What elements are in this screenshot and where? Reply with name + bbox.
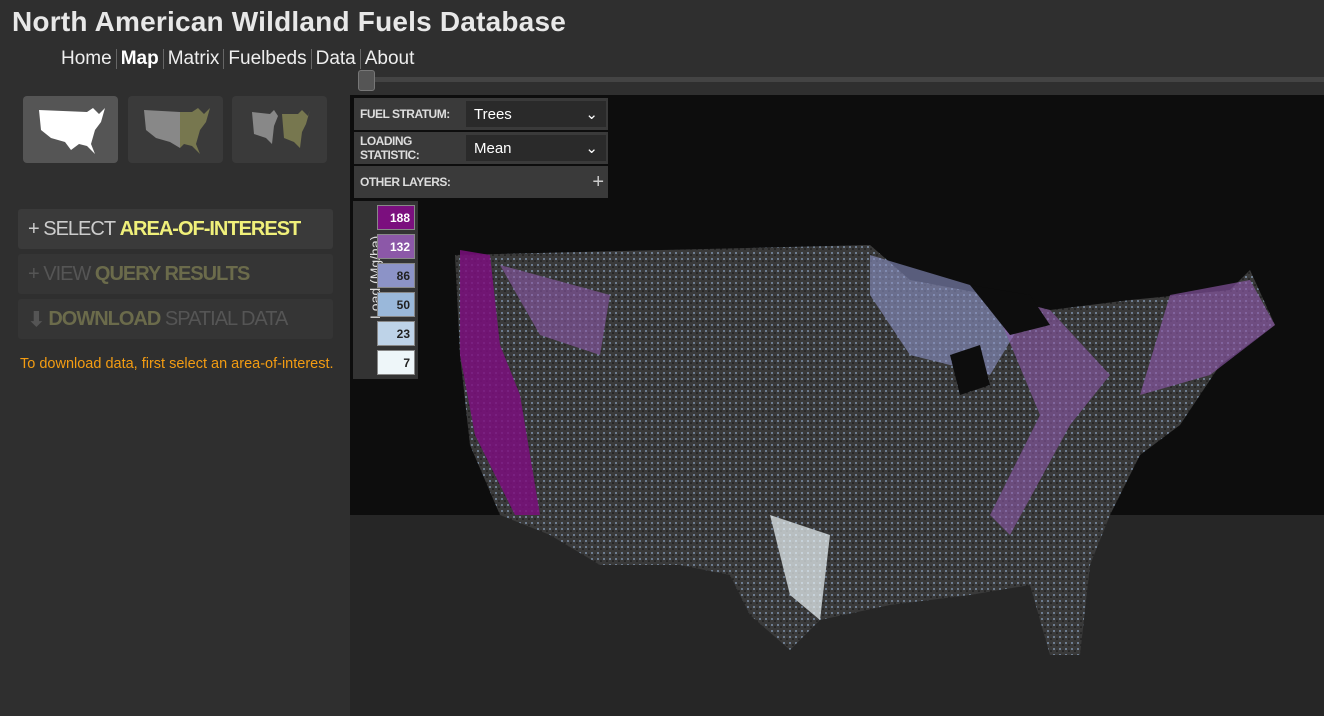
us-map-swipe-icon xyxy=(143,107,210,154)
fuel-stratum-select[interactable]: Trees ⌄ xyxy=(466,101,606,127)
nav-about[interactable]: About xyxy=(361,48,419,70)
map-mode-side-by-side-button[interactable] xyxy=(232,96,327,163)
legend: Load (Mg/ha) 188 132 86 50 23 7 xyxy=(353,201,418,379)
opacity-slider-track[interactable] xyxy=(368,77,1324,82)
download-icon: ⬇ xyxy=(28,308,45,331)
legend-swatch: 86 xyxy=(377,263,415,288)
download-note: To download data, first select an area-o… xyxy=(20,356,334,372)
map-mode-single-button[interactable] xyxy=(23,96,118,163)
map-mode-swipe-button[interactable] xyxy=(128,96,223,163)
selected-value: Mean xyxy=(474,139,512,157)
legend-swatch: 188 xyxy=(377,205,415,230)
chevron-down-icon: ⌄ xyxy=(585,106,598,123)
button-strong: DOWNLOAD xyxy=(48,307,161,330)
app-title: North American Wildland Fuels Database xyxy=(12,6,566,37)
legend-swatch: 132 xyxy=(377,234,415,259)
button-strong: AREA-OF-INTEREST xyxy=(119,217,302,240)
opacity-slider-handle[interactable] xyxy=(358,70,375,91)
nav-matrix[interactable]: Matrix xyxy=(164,48,224,70)
select-area-of-interest-button[interactable]: + SELECT AREA-OF-INTEREST xyxy=(18,209,333,249)
other-layers-control[interactable]: OTHER LAYERS: + xyxy=(354,166,608,198)
button-strong: QUERY RESULTS xyxy=(94,262,250,285)
nav-map[interactable]: Map xyxy=(117,48,163,70)
legend-swatch: 50 xyxy=(377,292,415,317)
legend-swatch: 7 xyxy=(377,350,415,375)
button-suffix: SPATIAL DATA xyxy=(164,307,288,330)
fuel-stratum-label: FUEL STRATUM: xyxy=(360,107,450,121)
legend-swatch: 23 xyxy=(377,321,415,346)
view-query-results-button[interactable]: + VIEW QUERY RESULTS xyxy=(18,254,333,294)
button-prefix: + VIEW xyxy=(28,262,91,285)
other-layers-label: OTHER LAYERS: xyxy=(360,175,451,189)
fuel-stratum-control: FUEL STRATUM: Trees ⌄ xyxy=(354,98,608,130)
button-prefix: + SELECT xyxy=(28,217,116,240)
nav-fuelbeds[interactable]: Fuelbeds xyxy=(224,48,310,70)
nav-home[interactable]: Home xyxy=(57,48,116,70)
us-map-single-icon xyxy=(38,107,105,154)
download-spatial-data-button[interactable]: ⬇ DOWNLOAD SPATIAL DATA xyxy=(18,299,333,339)
loading-statistic-select[interactable]: Mean ⌄ xyxy=(466,135,606,161)
loading-statistic-label: LOADING STATISTIC: xyxy=(360,134,420,162)
selected-value: Trees xyxy=(474,105,512,123)
us-map-side-by-side-icon xyxy=(251,109,310,148)
chevron-down-icon: ⌄ xyxy=(585,140,598,157)
expand-plus-icon[interactable]: + xyxy=(592,171,608,194)
main-nav: Home Map Matrix Fuelbeds Data About xyxy=(57,48,418,70)
nav-data[interactable]: Data xyxy=(312,48,360,70)
loading-statistic-control: LOADING STATISTIC: Mean ⌄ xyxy=(354,132,608,164)
